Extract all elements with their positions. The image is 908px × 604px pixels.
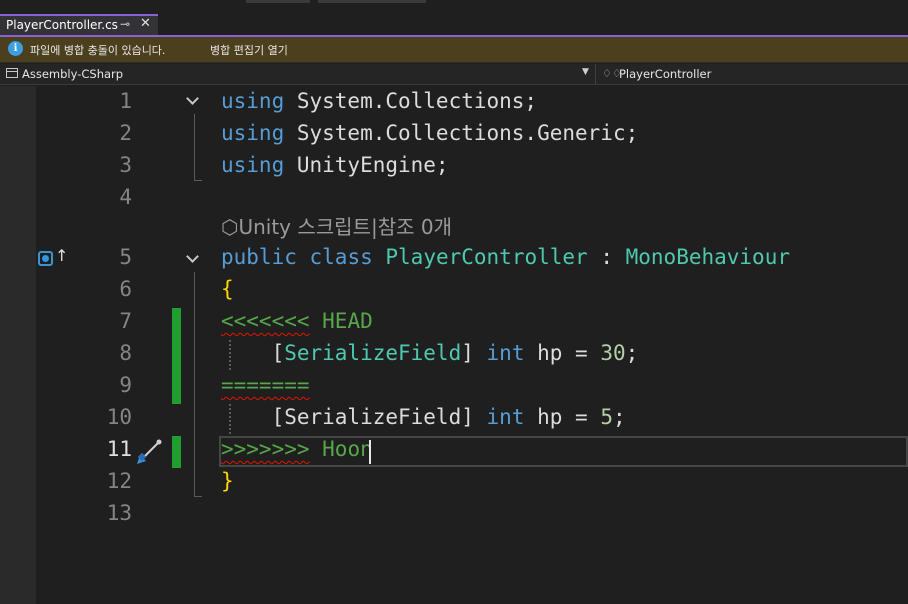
code-token: MonoBehaviour xyxy=(625,245,790,269)
code-line: <<<<<<< HEAD xyxy=(221,305,373,337)
tab-strip-overflow-block xyxy=(246,0,310,3)
line-number: 12 xyxy=(106,469,132,493)
project-dropdown[interactable]: Assembly-CSharp ▼ xyxy=(0,64,596,84)
code-token: System.Collections.Generic; xyxy=(284,121,639,145)
code-token: public xyxy=(221,245,297,269)
scope-guide xyxy=(194,272,195,496)
quick-actions-brush-icon[interactable] xyxy=(134,437,164,467)
scope-guide xyxy=(194,114,195,180)
code-token: using xyxy=(221,89,285,113)
codelens-references[interactable]: ⬡Unity 스크립트|참조 0개 xyxy=(221,212,452,242)
code-token: using xyxy=(221,153,285,177)
infobar-message: 파일에 병합 충돌이 있습니다. xyxy=(30,44,166,57)
code-token: SerializeField xyxy=(284,341,462,365)
code-token: int xyxy=(486,405,525,429)
code-token: [SerializeField] xyxy=(221,405,487,429)
line-number: 13 xyxy=(106,501,132,525)
code-token: : xyxy=(587,245,626,269)
line-number: 10 xyxy=(106,405,132,429)
line-number: 8 xyxy=(119,341,132,365)
code-token: ======= xyxy=(221,373,310,397)
fold-toggle-icon[interactable] xyxy=(186,252,200,266)
code-line: ======= xyxy=(221,369,310,401)
line-number: 7 xyxy=(119,309,132,333)
code-token: } xyxy=(221,469,234,493)
line-number: 9 xyxy=(119,373,132,397)
scope-guide-end xyxy=(194,180,202,181)
document-tab-strip: PlayerController.cs ⊸ ✕ xyxy=(0,0,908,37)
code-token: <<<<<<< xyxy=(221,309,310,333)
code-token: using xyxy=(221,121,285,145)
code-token: Hoon xyxy=(309,437,373,461)
code-token: ; xyxy=(612,405,626,429)
navigation-bar: Assembly-CSharp ▼ ♢♢ PlayerController xyxy=(0,64,908,85)
code-token: hp = xyxy=(524,341,601,365)
code-token: 30 xyxy=(600,341,626,365)
chevron-down-icon: ▼ xyxy=(582,67,589,77)
class-dropdown-label[interactable]: PlayerController xyxy=(619,67,711,81)
change-indicator-bar xyxy=(172,436,181,468)
code-token: ] xyxy=(461,341,487,365)
info-icon: i xyxy=(8,41,23,56)
code-token: PlayerController xyxy=(385,245,588,269)
code-token: HEAD xyxy=(309,309,373,333)
tab-title: PlayerController.cs xyxy=(6,18,118,32)
code-line: public class PlayerController : MonoBeha… xyxy=(221,241,790,273)
tab-playercontroller[interactable]: PlayerController.cs ⊸ ✕ xyxy=(0,14,158,36)
line-number: 5 xyxy=(119,245,132,269)
line-number: 1 xyxy=(119,89,132,113)
code-line: [SerializeField] int hp = 5; xyxy=(221,401,626,433)
project-dropdown-label: Assembly-CSharp xyxy=(22,67,124,81)
code-token: >>>>>>> xyxy=(221,437,310,461)
tab-strip-overflow-block xyxy=(318,0,426,3)
pin-icon[interactable]: ⊸ xyxy=(120,17,130,31)
change-indicator-bar xyxy=(172,308,181,404)
code-token: UnityEngine; xyxy=(284,153,449,177)
code-line: using UnityEngine; xyxy=(221,149,449,181)
code-line: } xyxy=(221,465,234,497)
merge-conflict-infobar: i 파일에 병합 충돌이 있습니다. 병합 편집기 열기 xyxy=(0,37,908,63)
code-line: using System.Collections.Generic; xyxy=(221,117,638,149)
code-line: using System.Collections; xyxy=(221,85,537,117)
code-editor[interactable]: ↑ ⬡Unity 스크립트|참조 0개 1 2 3 4 5 6 7 8 9 10 11 12 13 us… xyxy=(0,86,908,604)
code-line: [SerializeField] int hp = 30; xyxy=(221,337,639,369)
code-token: [ xyxy=(221,341,285,365)
scope-guide-end xyxy=(194,496,202,497)
code-token: hp = xyxy=(524,405,601,429)
code-token: int xyxy=(486,341,525,365)
code-token: { xyxy=(221,277,234,301)
code-line: >>>>>>> Hoon xyxy=(221,433,373,465)
text-caret xyxy=(369,440,371,464)
code-token: 5 xyxy=(600,405,613,429)
code-token: System.Collections; xyxy=(284,89,538,113)
line-number: 4 xyxy=(119,185,132,209)
code-line: { xyxy=(221,273,234,305)
line-number: 11 xyxy=(106,437,132,461)
project-icon xyxy=(6,68,18,78)
line-number: 2 xyxy=(119,121,132,145)
close-icon[interactable]: ✕ xyxy=(140,16,151,31)
line-number: 3 xyxy=(119,153,132,177)
fold-toggle-icon[interactable] xyxy=(186,94,200,108)
code-token: ; xyxy=(625,341,639,365)
open-merge-editor-link[interactable]: 병합 편집기 열기 xyxy=(210,42,288,58)
code-token: class xyxy=(309,245,373,269)
line-number: 6 xyxy=(119,277,132,301)
